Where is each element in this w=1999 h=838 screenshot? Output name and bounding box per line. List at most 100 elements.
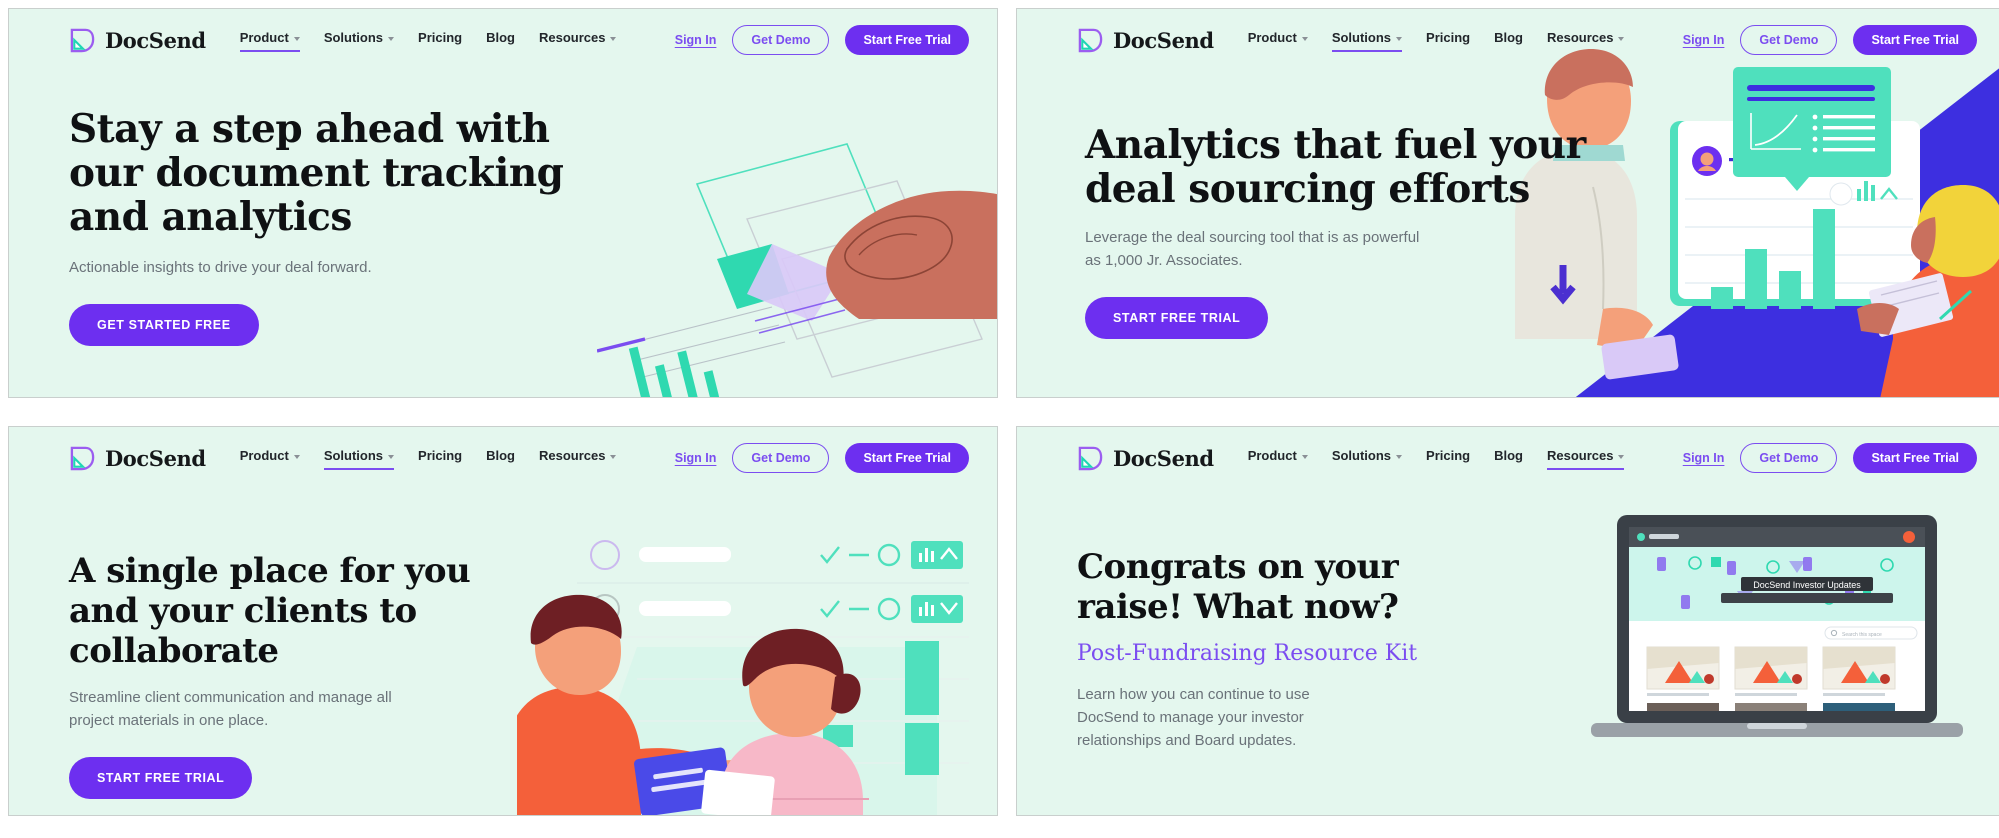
docsend-logo-icon bbox=[1077, 27, 1104, 54]
chevron-down-icon bbox=[1618, 36, 1625, 41]
nav-link-pricing[interactable]: Pricing bbox=[1426, 30, 1470, 50]
sign-in-link[interactable]: Sign In bbox=[675, 33, 717, 47]
navbar: DocSend Product Solutions Pricing Blog R… bbox=[9, 427, 997, 489]
start-free-trial-button[interactable]: Start Free Trial bbox=[1853, 25, 1977, 55]
nav-link-resources[interactable]: Resources bbox=[539, 30, 617, 50]
nav-label: Blog bbox=[1494, 448, 1523, 463]
nav-link-solutions[interactable]: Solutions bbox=[1331, 30, 1403, 52]
brand-logo[interactable]: DocSend bbox=[69, 27, 206, 54]
nav-label: Resources bbox=[1547, 30, 1614, 45]
brand-logo[interactable]: DocSend bbox=[1077, 445, 1214, 472]
nav-label: Blog bbox=[1494, 30, 1523, 45]
nav-label: Solutions bbox=[323, 448, 384, 463]
get-started-free-button[interactable]: GET STARTED FREE bbox=[69, 303, 259, 346]
chevron-down-icon bbox=[293, 36, 300, 41]
nav-label: Pricing bbox=[1426, 448, 1471, 463]
navbar: DocSend Product Solutions Pricing Blog R… bbox=[9, 9, 997, 71]
navbar: DocSend Product Solutions Pricing Blog R… bbox=[1017, 427, 1999, 489]
get-demo-button[interactable]: Get Demo bbox=[732, 443, 830, 473]
start-free-trial-button[interactable]: Start Free Trial bbox=[1853, 443, 1977, 473]
nav-link-resources[interactable]: Resources bbox=[539, 448, 617, 468]
sign-in-link[interactable]: Sign In bbox=[675, 451, 717, 465]
navbar: DocSend Product Solutions Pricing Blog R… bbox=[1017, 9, 1999, 71]
nav-link-pricing[interactable]: Pricing bbox=[418, 30, 462, 50]
hero-subtext: Actionable insights to drive your deal f… bbox=[69, 259, 372, 277]
hero-content: Stay a step ahead with our document trac… bbox=[9, 107, 997, 346]
nav-label: Solutions bbox=[1331, 30, 1392, 45]
chevron-down-icon bbox=[610, 36, 617, 41]
nav-link-product[interactable]: Product bbox=[240, 448, 300, 468]
nav-links: Product Solutions Pricing Blog Resources bbox=[1248, 448, 1625, 470]
brand-name: DocSend bbox=[105, 27, 206, 53]
nav-label: Solutions bbox=[1331, 448, 1392, 463]
nav-links: Product Solutions Pricing Blog Resources bbox=[239, 30, 617, 52]
docsend-logo-icon bbox=[69, 27, 96, 54]
nav-label: Blog bbox=[486, 448, 515, 463]
panel-3: DocSend Product Solutions Pricing Blog R… bbox=[8, 426, 998, 816]
chevron-down-icon bbox=[388, 36, 395, 41]
nav-link-blog[interactable]: Blog bbox=[486, 30, 515, 50]
docsend-logo-icon bbox=[1077, 445, 1104, 472]
nav-link-resources[interactable]: Resources bbox=[1547, 30, 1625, 50]
nav-label: Product bbox=[239, 448, 289, 463]
nav-label: Solutions bbox=[323, 30, 384, 45]
nav-label: Product bbox=[239, 30, 289, 45]
nav-link-product[interactable]: Product bbox=[1248, 448, 1308, 468]
nav-link-solutions[interactable]: Solutions bbox=[323, 30, 395, 50]
brand-name: DocSend bbox=[105, 445, 206, 471]
get-demo-button[interactable]: Get Demo bbox=[1740, 443, 1838, 473]
chevron-down-icon bbox=[388, 454, 395, 459]
nav-link-solutions[interactable]: Solutions bbox=[1331, 448, 1403, 468]
nav-label: Resources bbox=[539, 448, 606, 463]
nav-link-resources[interactable]: Resources bbox=[1547, 448, 1625, 470]
hero-content: Congrats on your raise! What now? Post-F… bbox=[1017, 547, 1999, 753]
page-title: Analytics that fuel your deal sourcing e… bbox=[1085, 122, 1586, 213]
nav-links: Product Solutions Pricing Blog Resources bbox=[240, 448, 617, 470]
sign-in-link[interactable]: Sign In bbox=[1683, 451, 1725, 465]
nav-actions: Sign In Get Demo Start Free Trial bbox=[675, 443, 969, 473]
chevron-down-icon bbox=[1301, 36, 1308, 41]
nav-label: Pricing bbox=[418, 30, 463, 45]
chevron-down-icon bbox=[1618, 454, 1625, 459]
docsend-logo-icon bbox=[69, 445, 96, 472]
page-title: Stay a step ahead with our document trac… bbox=[69, 106, 564, 241]
nav-link-blog[interactable]: Blog bbox=[486, 448, 515, 468]
nav-actions: Sign In Get Demo Start Free Trial bbox=[1683, 25, 1977, 55]
page-title: A single place for you and your clients … bbox=[69, 551, 471, 672]
hero-subtext: Leverage the deal sourcing tool that is … bbox=[1085, 229, 1420, 269]
nav-label: Resources bbox=[1547, 448, 1614, 463]
start-free-trial-cta[interactable]: START FREE TRIAL bbox=[1085, 296, 1269, 339]
nav-link-blog[interactable]: Blog bbox=[1494, 448, 1523, 468]
panel-grid: DocSend Product Solutions Pricing Blog R… bbox=[0, 0, 1999, 838]
nav-link-blog[interactable]: Blog bbox=[1494, 30, 1523, 50]
start-free-trial-cta[interactable]: START FREE TRIAL bbox=[69, 756, 253, 799]
brand-logo[interactable]: DocSend bbox=[69, 445, 206, 472]
chevron-down-icon bbox=[293, 454, 300, 459]
nav-links: Product Solutions Pricing Blog Resources bbox=[1248, 30, 1625, 52]
chevron-down-icon bbox=[1396, 36, 1403, 41]
nav-link-pricing[interactable]: Pricing bbox=[1426, 448, 1470, 468]
brand-logo[interactable]: DocSend bbox=[1077, 27, 1214, 54]
chevron-down-icon bbox=[610, 454, 617, 459]
nav-link-pricing[interactable]: Pricing bbox=[418, 448, 462, 468]
get-demo-button[interactable]: Get Demo bbox=[732, 25, 830, 55]
hero-subtext: Streamline client communication and mana… bbox=[69, 689, 392, 730]
nav-label: Pricing bbox=[418, 448, 463, 463]
panel-4: DocSend Product Solutions Pricing Blog R… bbox=[1016, 426, 1999, 816]
nav-label: Product bbox=[1247, 448, 1297, 463]
nav-label: Blog bbox=[486, 30, 515, 45]
get-demo-button[interactable]: Get Demo bbox=[1740, 25, 1838, 55]
start-free-trial-button[interactable]: Start Free Trial bbox=[845, 25, 969, 55]
nav-label: Pricing bbox=[1426, 30, 1471, 45]
nav-label: Product bbox=[1247, 30, 1297, 45]
nav-link-solutions[interactable]: Solutions bbox=[323, 448, 395, 470]
panel-2: DocSend Product Solutions Pricing Blog R… bbox=[1016, 8, 1999, 398]
nav-link-product[interactable]: Product bbox=[239, 30, 300, 52]
hero-kicker: Post-Fundraising Resource Kit bbox=[1077, 641, 1418, 667]
nav-label: Resources bbox=[539, 30, 606, 45]
start-free-trial-button[interactable]: Start Free Trial bbox=[845, 443, 969, 473]
brand-name: DocSend bbox=[1113, 445, 1214, 471]
chevron-down-icon bbox=[1301, 454, 1308, 459]
sign-in-link[interactable]: Sign In bbox=[1683, 33, 1725, 47]
nav-link-product[interactable]: Product bbox=[1248, 30, 1308, 50]
